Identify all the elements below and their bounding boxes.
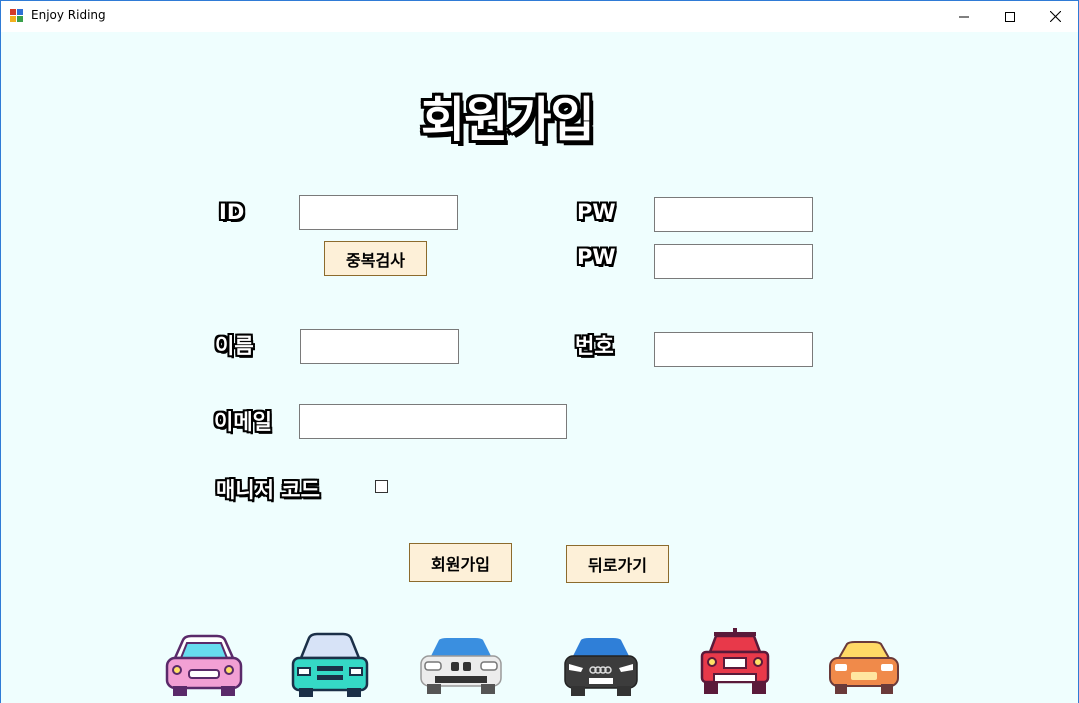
pw-confirm-label: PW [577,245,616,269]
name-input[interactable] [300,329,459,364]
email-label: 이메일 [214,410,272,434]
blue-dark-car-icon [564,638,638,696]
pw-confirm-input[interactable] [654,244,813,279]
name-label: 이름 [215,334,254,358]
phone-label: 번호 [575,334,614,358]
page-title: 회원가입 [421,92,595,148]
manager-code-label: 매니저 코드 [216,478,320,502]
phone-input[interactable] [654,332,813,367]
manager-code-checkbox[interactable] [375,480,388,493]
close-button[interactable] [1032,1,1078,32]
app-window: Enjoy Riding 회원가입 ID 중복검사 PW PW 이름 번호 이메… [0,0,1079,703]
red-jeep-icon [700,628,770,694]
id-input[interactable] [299,195,458,230]
app-icon [10,9,25,24]
orange-car-icon [829,641,899,694]
duplicate-check-button[interactable]: 중복검사 [324,241,427,276]
close-icon [1049,11,1061,22]
back-button[interactable]: 뒤로가기 [566,545,669,583]
pink-car-icon [165,634,243,696]
window-title: Enjoy Riding [31,8,106,22]
id-label: ID [219,200,245,224]
title-bar[interactable]: Enjoy Riding [1,1,1078,32]
blue-white-car-icon [420,638,502,694]
maximize-icon [1005,11,1015,22]
email-input[interactable] [299,404,567,439]
pw-label: PW [577,200,616,224]
teal-car-icon [291,632,369,697]
minimize-icon [959,16,969,17]
signup-button[interactable]: 회원가입 [409,543,512,582]
signup-form: 회원가입 ID 중복검사 PW PW 이름 번호 이메일 매니저 코드 회원가입… [1,32,1078,703]
pw-input[interactable] [654,197,813,232]
minimize-button[interactable] [941,1,987,32]
maximize-button[interactable] [987,1,1033,32]
